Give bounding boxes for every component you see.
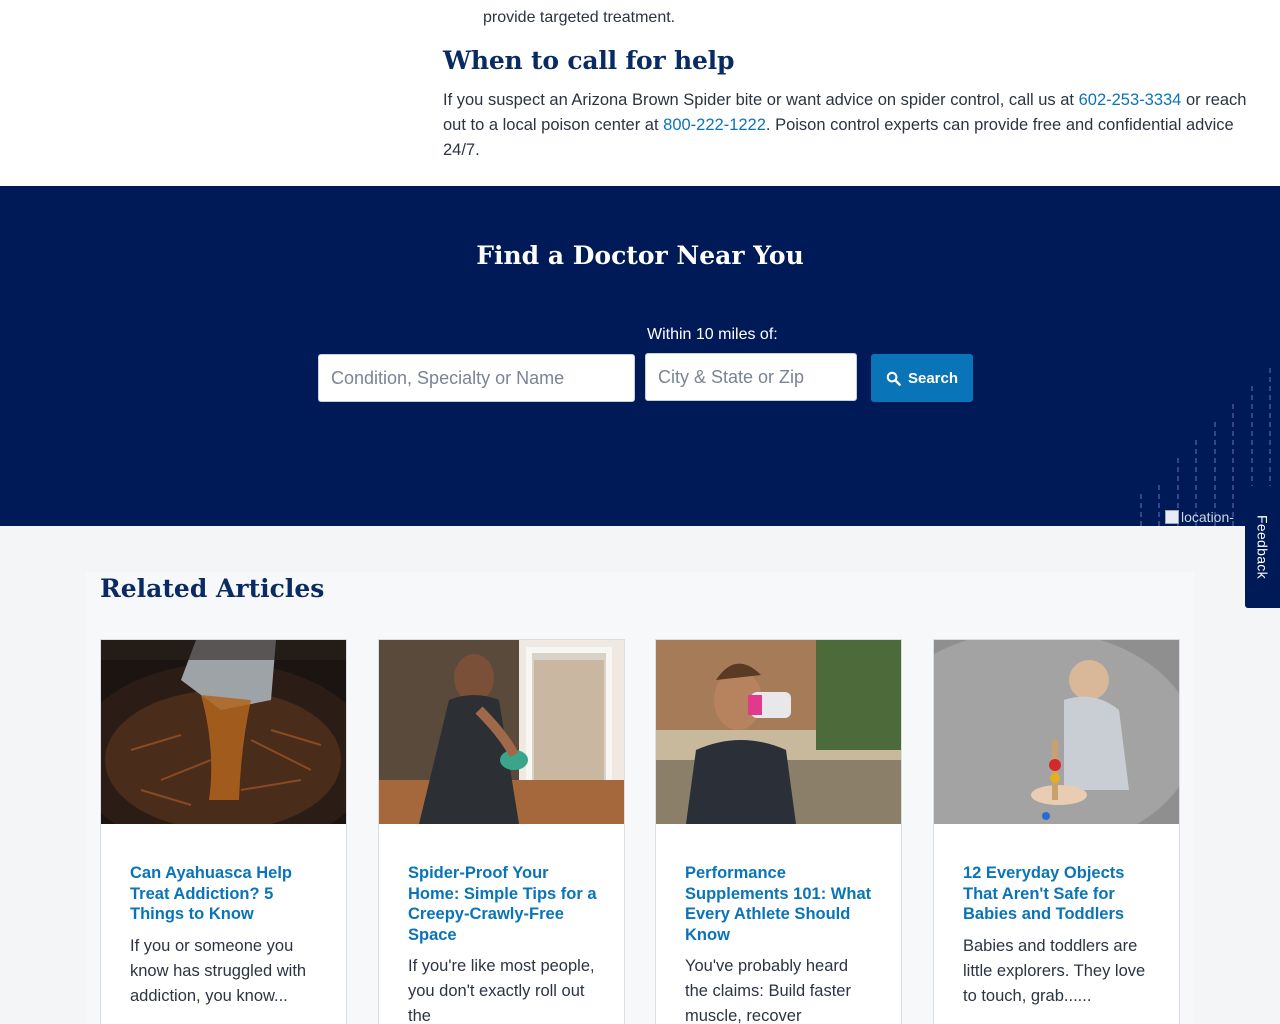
- article-card[interactable]: Performance Supplements 101: What Every …: [655, 639, 902, 1024]
- location-image-placeholder: location-: [1165, 509, 1234, 525]
- related-articles-section: Related Articles Can Ayahuasca Help Trea…: [0, 526, 1280, 1024]
- related-articles-heading: Related Articles: [100, 574, 325, 603]
- article-thumbnail-ayahuasca: [101, 640, 346, 824]
- article-excerpt: If you're like most people, you don't ex…: [408, 957, 595, 1024]
- find-doctor-section: Find a Doctor Near You Within 10 miles o…: [0, 186, 1280, 526]
- article-excerpt: Babies and toddlers are little explorers…: [963, 937, 1146, 1005]
- phone-link-poison-center[interactable]: 800-222-1222: [663, 116, 766, 134]
- find-doctor-title: Find a Doctor Near You: [476, 241, 804, 270]
- feedback-tab[interactable]: Feedback: [1245, 486, 1280, 608]
- article-thumbnail-spider-proof: [379, 640, 624, 824]
- article-title[interactable]: Performance Supplements 101: What Every …: [685, 863, 875, 945]
- condition-search-input[interactable]: [318, 354, 635, 402]
- article-card[interactable]: 12 Everyday Objects That Aren't Safe for…: [933, 639, 1180, 1024]
- article-title[interactable]: Spider-Proof Your Home: Simple Tips for …: [408, 863, 598, 945]
- search-button[interactable]: Search: [871, 354, 973, 402]
- article-thumbnail-supplements: [656, 640, 901, 824]
- article-title[interactable]: 12 Everyday Objects That Aren't Safe for…: [963, 863, 1153, 925]
- phone-link-primary[interactable]: 602-253-3334: [1079, 91, 1182, 109]
- article-card[interactable]: Can Ayahuasca Help Treat Addiction? 5 Th…: [100, 639, 347, 1024]
- article-card[interactable]: Spider-Proof Your Home: Simple Tips for …: [378, 639, 625, 1024]
- feedback-label: Feedback: [1254, 515, 1271, 579]
- article-excerpt: If you or someone you know has struggled…: [130, 937, 307, 1005]
- location-input[interactable]: [645, 353, 857, 401]
- section-heading: When to call for help: [443, 46, 735, 75]
- article-title[interactable]: Can Ayahuasca Help Treat Addiction? 5 Th…: [130, 863, 320, 925]
- bullet-text: provide targeted treatment.: [483, 9, 676, 26]
- article-section: provide targeted treatment. When to call…: [0, 0, 1280, 186]
- search-icon: [886, 371, 901, 386]
- within-miles-label: Within 10 miles of:: [647, 326, 778, 343]
- search-button-label: Search: [907, 369, 959, 387]
- broken-image-alt: location-: [1181, 509, 1234, 525]
- article-excerpt: You've probably heard the claims: Build …: [685, 957, 851, 1024]
- broken-image-icon: [1165, 510, 1179, 524]
- section-paragraph: If you suspect an Arizona Brown Spider b…: [443, 88, 1253, 163]
- article-thumbnail-baby-objects: [934, 640, 1179, 824]
- para-text-1: If you suspect an Arizona Brown Spider b…: [443, 91, 1079, 109]
